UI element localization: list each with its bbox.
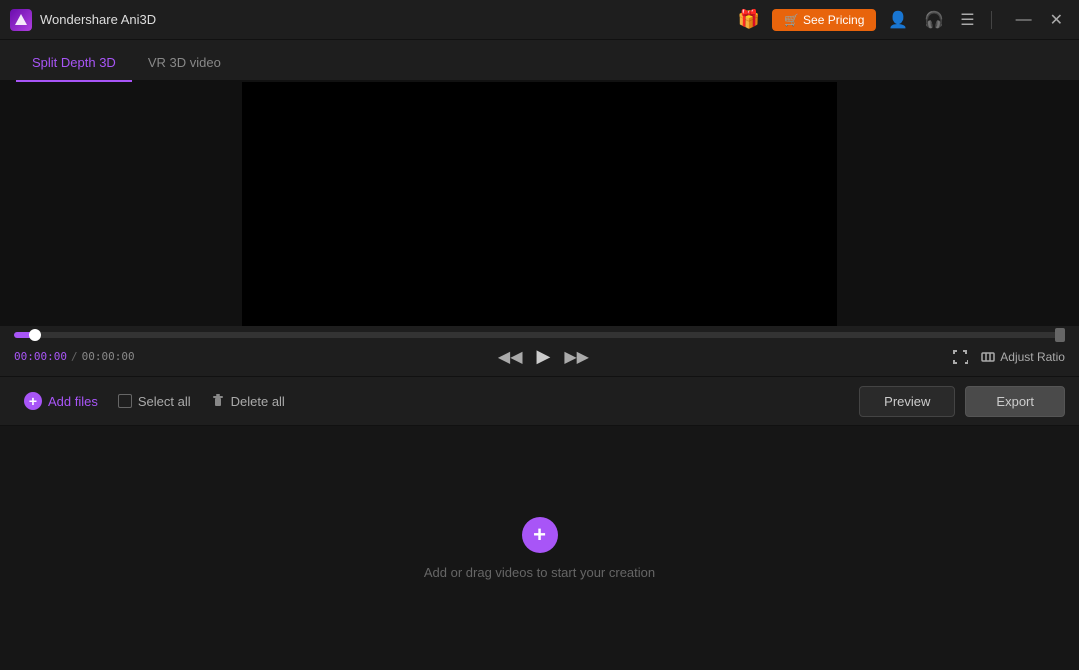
menu-button[interactable]: ☰ <box>956 8 978 32</box>
controls-row: 00:00:00 / 00:00:00 ◀◀ ▶ ▶▶ <box>14 344 1065 369</box>
main-content: 00:00:00 / 00:00:00 ◀◀ ▶ ▶▶ <box>0 82 1079 670</box>
add-video-icon[interactable]: + <box>522 517 558 553</box>
app-logo <box>10 9 32 31</box>
app-title: Wondershare Ani3D <box>40 12 734 27</box>
delete-all-button[interactable]: Delete all <box>201 388 295 415</box>
delete-all-label: Delete all <box>231 394 285 409</box>
preview-button[interactable]: Preview <box>859 386 955 417</box>
time-display: 00:00:00 / 00:00:00 <box>14 350 135 363</box>
skip-back-button[interactable]: ◀◀ <box>496 345 525 369</box>
title-bar-right: 🎁 🛒 See Pricing 👤 🎧 ☰ — ✕ <box>734 7 1069 32</box>
left-panel <box>0 82 242 326</box>
time-separator: / <box>71 350 78 363</box>
playback-controls: ◀◀ ▶ ▶▶ <box>496 344 591 369</box>
account-button[interactable]: 👤 <box>884 8 912 32</box>
close-button[interactable]: ✕ <box>1044 8 1069 32</box>
select-all-button[interactable]: Select all <box>108 388 201 415</box>
select-all-label: Select all <box>138 394 191 409</box>
time-current: 00:00:00 <box>14 350 67 363</box>
title-bar: Wondershare Ani3D 🎁 🛒 See Pricing 👤 🎧 ☰ … <box>0 0 1079 40</box>
gift-button[interactable]: 🎁 <box>734 7 764 32</box>
window-controls: — ✕ <box>1010 8 1069 32</box>
time-total: 00:00:00 <box>82 350 135 363</box>
separator <box>991 11 992 29</box>
right-panel <box>837 82 1079 326</box>
export-button[interactable]: Export <box>965 386 1065 417</box>
preview-area <box>0 82 1079 326</box>
toolbar: + Add files Select all Delete all Previe… <box>0 376 1079 426</box>
adjust-ratio-button[interactable]: Adjust Ratio <box>980 349 1065 365</box>
see-pricing-button[interactable]: 🛒 See Pricing <box>772 9 876 31</box>
headset-button[interactable]: 🎧 <box>920 8 948 32</box>
minimize-button[interactable]: — <box>1010 8 1038 32</box>
right-controls: Adjust Ratio <box>952 349 1065 365</box>
tab-vr-3d-video[interactable]: VR 3D video <box>132 47 237 82</box>
tabs: Split Depth 3D VR 3D video <box>0 40 1079 82</box>
add-files-button[interactable]: + Add files <box>14 386 108 416</box>
drop-zone[interactable]: + Add or drag videos to start your creat… <box>0 426 1079 670</box>
adjust-ratio-label: Adjust Ratio <box>1000 350 1065 364</box>
scrubber-area: 00:00:00 / 00:00:00 ◀◀ ▶ ▶▶ <box>0 326 1079 376</box>
timeline-track[interactable] <box>14 332 1065 338</box>
video-canvas <box>242 82 837 326</box>
drop-zone-label: Add or drag videos to start your creatio… <box>424 565 655 580</box>
skip-forward-button[interactable]: ▶▶ <box>562 345 591 369</box>
play-button[interactable]: ▶ <box>535 344 553 369</box>
trash-icon <box>211 394 225 408</box>
add-files-icon: + <box>24 392 42 410</box>
timeline-thumb[interactable] <box>29 329 41 341</box>
see-pricing-label: See Pricing <box>803 13 864 27</box>
fullscreen-button[interactable] <box>952 349 968 365</box>
select-all-checkbox <box>118 394 132 408</box>
cart-icon: 🛒 <box>784 13 799 27</box>
add-files-label: Add files <box>48 394 98 409</box>
tab-split-depth-3d[interactable]: Split Depth 3D <box>16 47 132 82</box>
timeline-end-thumb[interactable] <box>1055 328 1065 342</box>
